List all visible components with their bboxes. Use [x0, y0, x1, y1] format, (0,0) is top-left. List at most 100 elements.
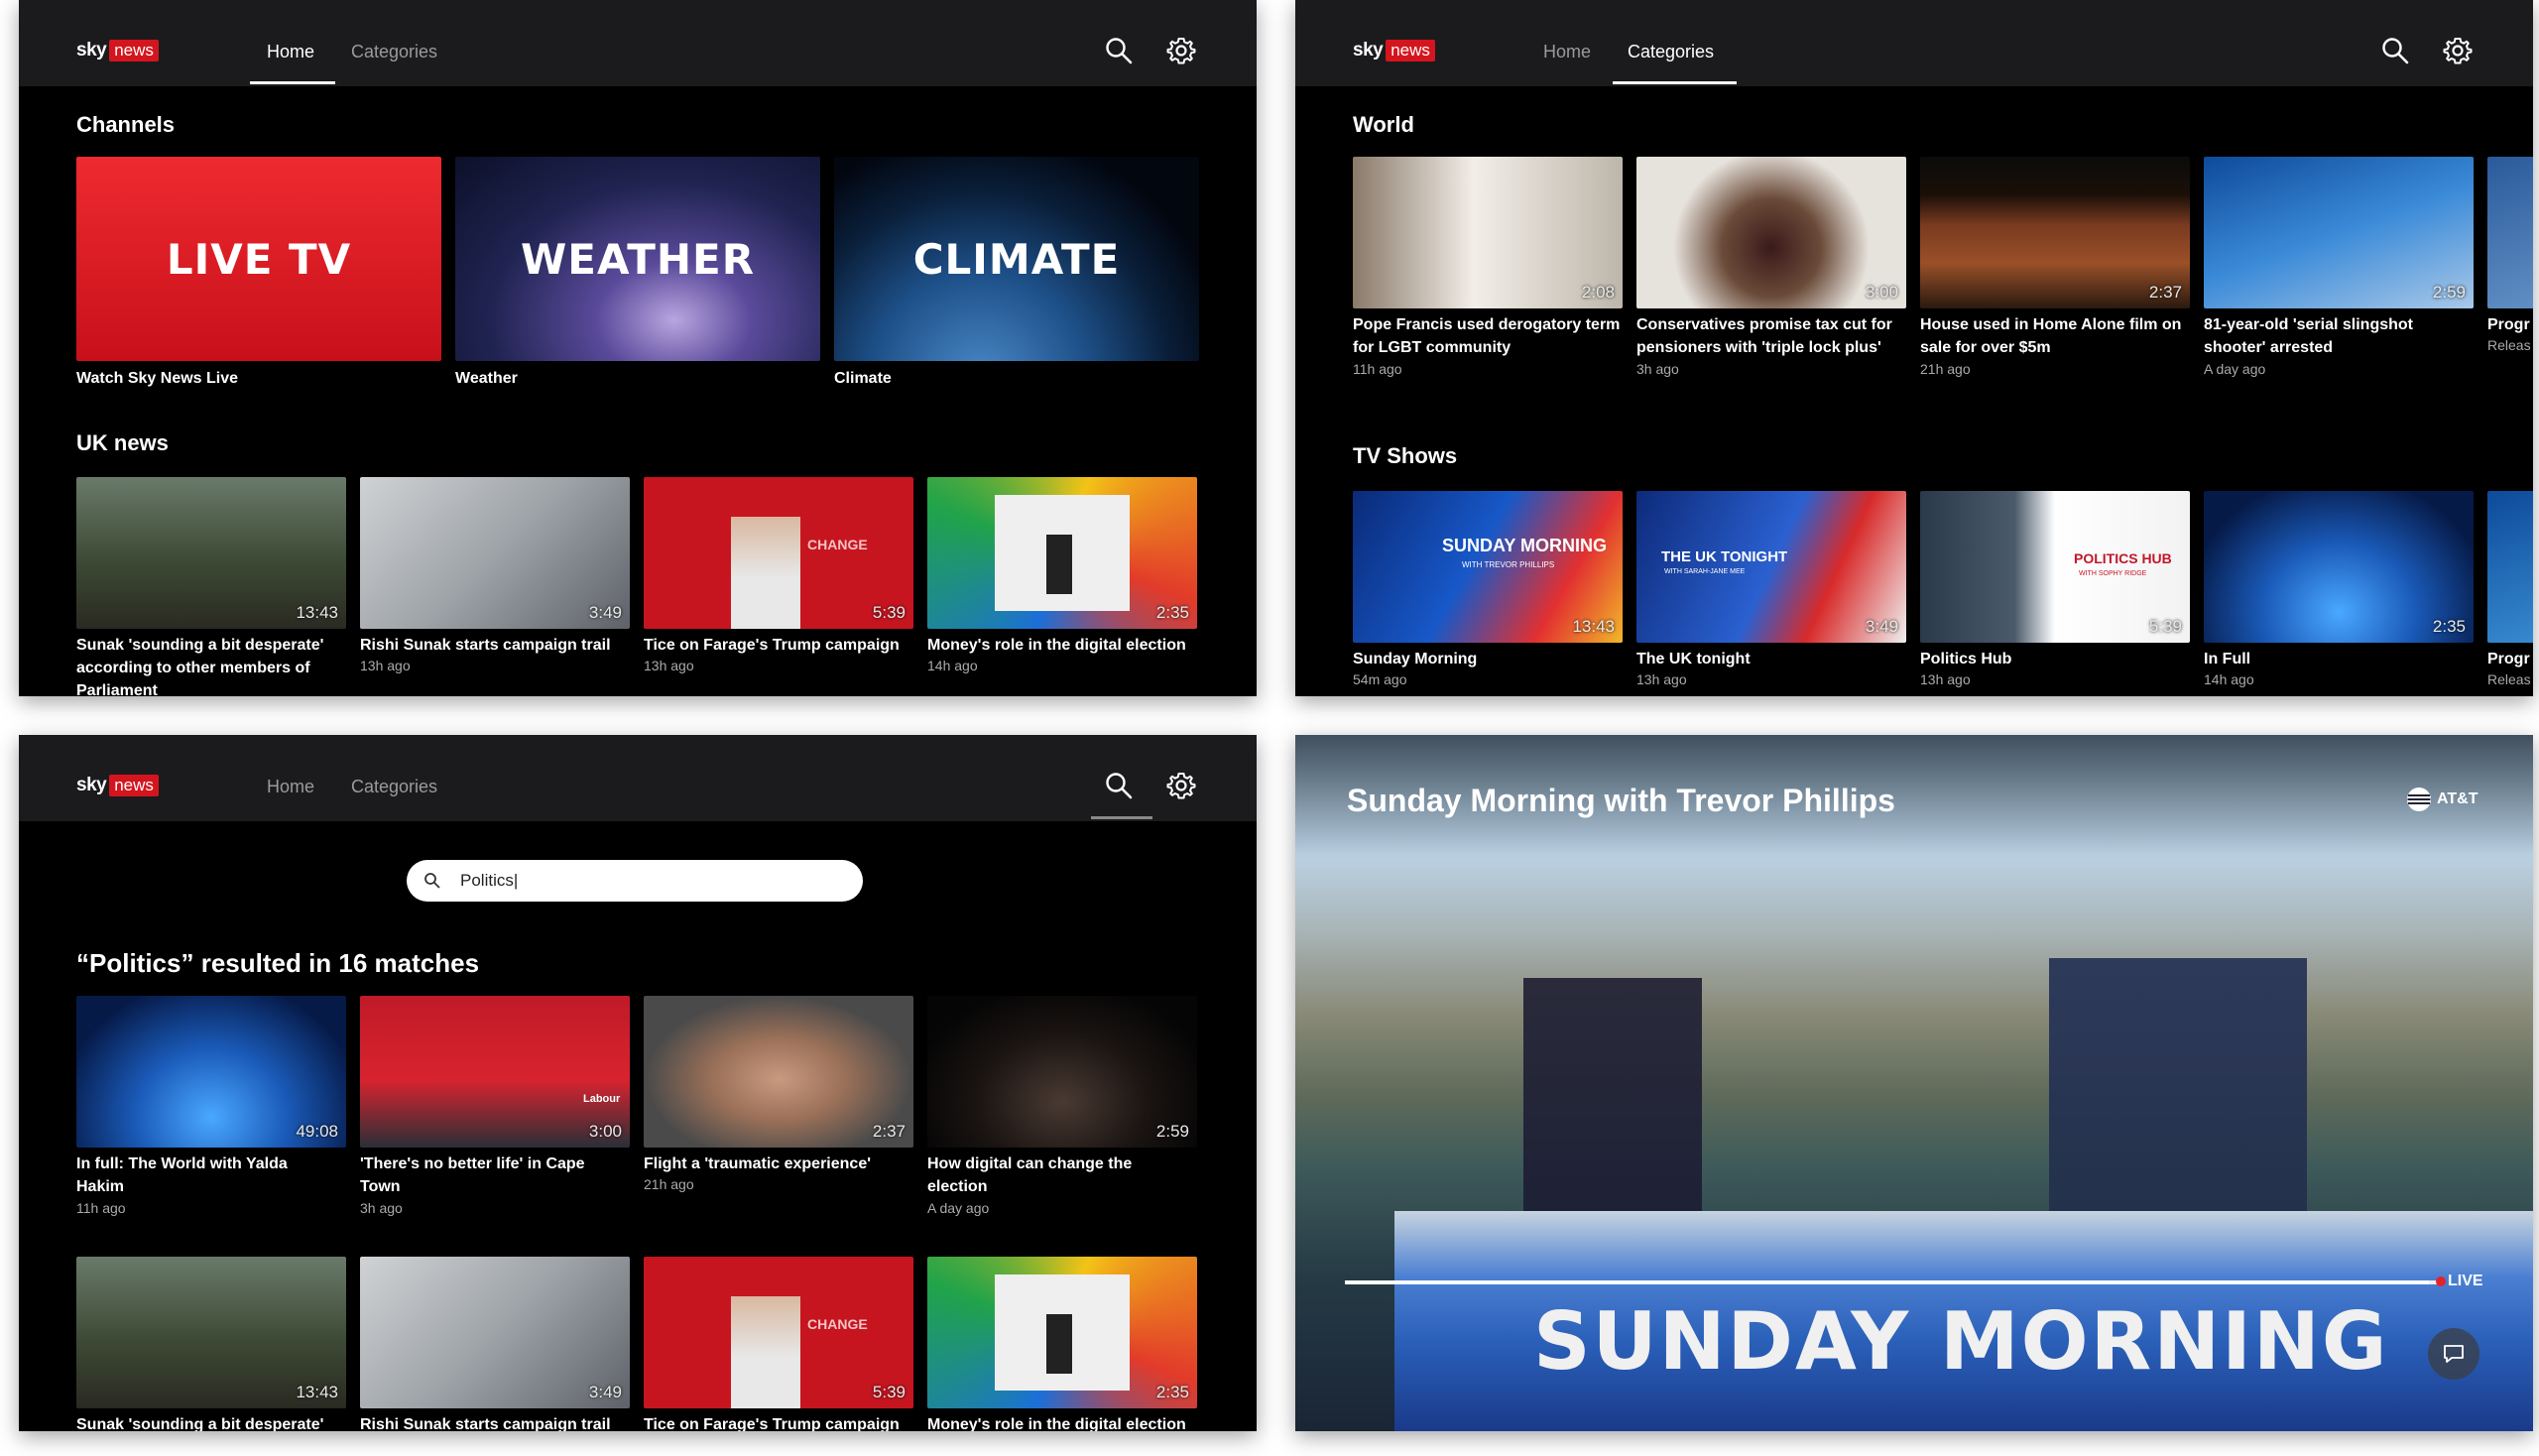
tab-categories[interactable]: Categories: [1628, 42, 1714, 62]
video-thumbnail: 2:35: [2204, 491, 2474, 643]
channel-overlay-text: WEATHER: [520, 234, 756, 284]
video-player[interactable]: Sunday Morning with Trevor Phillips AT&T…: [1295, 735, 2533, 1431]
channel-card-weather[interactable]: WEATHER Weather: [455, 157, 820, 395]
video-card[interactable]: 2:35 Money's role in the digital electio…: [927, 1257, 1197, 1431]
video-card[interactable]: 2:37 House used in Home Alone film on sa…: [1920, 157, 2190, 385]
show-title: Politics Hub: [1920, 651, 2012, 667]
video-title: Pope Francis used derogatory term for LG…: [1353, 316, 1621, 356]
video-time: 13h ago: [644, 658, 694, 673]
uk-news-heading: UK news: [76, 430, 169, 455]
video-thumbnail: CHANGE 5:39: [644, 1257, 913, 1408]
categories-screen: sky news Home Categories World 2:08 Pope …: [1295, 0, 2533, 696]
world-heading: World: [1353, 112, 1414, 137]
duration-badge: 2:37: [872, 1122, 906, 1141]
tab-home[interactable]: Home: [267, 777, 314, 797]
sky-news-logo[interactable]: sky news: [76, 775, 159, 796]
search-icon[interactable]: [1104, 771, 1138, 804]
sky-news-logo[interactable]: sky news: [1353, 40, 1435, 61]
search-icon[interactable]: [1104, 36, 1138, 69]
show-card-partial[interactable]: Progr Releas: [2487, 491, 2533, 696]
duration-badge: 13:43: [1572, 617, 1615, 636]
channel-label: Weather: [455, 370, 518, 387]
video-thumbnail: 2:59: [2204, 157, 2474, 308]
show-banner-sub: WITH SOPHY RIDGE: [2079, 570, 2147, 577]
channel-thumbnail: WEATHER: [455, 157, 820, 361]
video-time: A day ago: [2204, 361, 2266, 377]
show-banner-sub: WITH SARAH-JANE MEE: [1664, 568, 1746, 575]
show-time: Releas: [2487, 671, 2531, 687]
tab-categories[interactable]: Categories: [351, 777, 437, 797]
video-card[interactable]: 49:08 In full: The World with Yalda Haki…: [76, 996, 346, 1224]
tab-categories[interactable]: Categories: [351, 42, 437, 62]
duration-badge: 5:39: [872, 1383, 906, 1401]
show-card[interactable]: THE UK TONIGHT WITH SARAH-JANE MEE 3:49 …: [1636, 491, 1906, 696]
show-card[interactable]: 2:35 In Full 14h ago: [2204, 491, 2474, 696]
video-card[interactable]: 2:08 Pope Francis used derogatory term f…: [1353, 157, 1623, 385]
video-title: Money's role in the digital election: [927, 637, 1186, 654]
show-card[interactable]: POLITICS HUB WITH SOPHY RIDGE 5:39 Polit…: [1920, 491, 2190, 696]
logo-news-text: news: [1386, 40, 1435, 61]
top-nav: sky news Home Categories: [19, 0, 1257, 86]
duration-badge: 3:49: [1865, 617, 1898, 636]
search-icon[interactable]: [2380, 36, 2414, 69]
video-time: 11h ago: [1353, 361, 1402, 377]
duration-badge: 2:35: [1155, 1383, 1189, 1401]
show-card[interactable]: SUNDAY MORNING WITH TREVOR PHILLIPS 13:4…: [1353, 491, 1623, 696]
video-title: Rishi Sunak starts campaign trail: [360, 637, 611, 654]
search-screen: sky news Home Categories Politics| “Polit…: [19, 735, 1257, 1431]
video-card[interactable]: 2:37 Flight a 'traumatic experience' 21h…: [644, 996, 913, 1224]
video-card[interactable]: 2:35 Money's role in the digital electio…: [927, 477, 1197, 696]
channel-card-live-tv[interactable]: LIVE TV Watch Sky News Live: [76, 157, 441, 395]
video-time: 21h ago: [644, 1176, 694, 1192]
channel-card-climate[interactable]: CLIMATE Climate: [834, 157, 1199, 395]
live-dot: [2436, 1276, 2446, 1286]
video-card[interactable]: 3:49 Rishi Sunak starts campaign trail: [360, 1257, 630, 1431]
speaker-figure: [731, 517, 800, 629]
search-field-icon: [424, 873, 440, 889]
duration-badge: 3:49: [588, 603, 622, 622]
video-card[interactable]: 2:59 How digital can change the election…: [927, 996, 1197, 1224]
chat-button[interactable]: [2428, 1328, 2479, 1380]
polling-station-photo: [995, 495, 1130, 611]
channel-thumbnail: CLIMATE: [834, 157, 1199, 361]
video-title: 'There's no better life' in Cape Town: [360, 1155, 585, 1195]
sky-news-logo[interactable]: sky news: [76, 40, 159, 61]
video-card[interactable]: 13:43 Sunak 'sounding a bit desperate' a…: [76, 477, 346, 696]
video-card[interactable]: CHANGE 5:39 Tice on Farage's Trump campa…: [644, 1257, 913, 1431]
video-card[interactable]: Labour 3:00 'There's no better life' in …: [360, 996, 630, 1224]
video-thumbnail: 13:43: [76, 477, 346, 629]
video-title: Tice on Farage's Trump campaign: [644, 1416, 900, 1431]
show-banner: THE UK TONIGHT: [1661, 548, 1788, 565]
video-card[interactable]: 3:00 Conservatives promise tax cut for p…: [1636, 157, 1906, 385]
gear-icon[interactable]: [1166, 36, 1200, 69]
duration-badge: 3:00: [1865, 283, 1898, 302]
door: [1046, 535, 1072, 594]
duration-badge: 2:37: [2148, 283, 2182, 302]
search-input[interactable]: Politics|: [407, 860, 863, 902]
gear-icon[interactable]: [2443, 36, 2477, 69]
tab-home[interactable]: Home: [267, 42, 314, 62]
video-card[interactable]: 3:49 Rishi Sunak starts campaign trail 1…: [360, 477, 630, 696]
video-title: Sunak 'sounding a bit desperate': [76, 1416, 324, 1431]
video-card[interactable]: 2:59 81-year-old 'serial slingshot shoot…: [2204, 157, 2474, 385]
speaker-figure: [731, 1296, 800, 1408]
video-thumbnail: 2:35: [927, 477, 1197, 629]
video-time: 3h ago: [1636, 361, 1679, 377]
progress-bar[interactable]: [1345, 1280, 2440, 1284]
video-time: 3h ago: [360, 1200, 403, 1216]
video-card-partial[interactable]: Progr Releas: [2487, 157, 2533, 385]
video-card[interactable]: CHANGE 5:39 Tice on Farage's Trump campa…: [644, 477, 913, 696]
logo-sky-text: sky: [1353, 40, 1384, 61]
gear-icon[interactable]: [1166, 771, 1200, 804]
channel-thumbnail: LIVE TV: [76, 157, 441, 361]
video-card[interactable]: 13:43 Sunak 'sounding a bit desperate': [76, 1257, 346, 1431]
tab-home[interactable]: Home: [1543, 42, 1591, 62]
live-badge: LIVE: [2448, 1273, 2483, 1289]
studio-desk: SUNDAY MORNING: [1394, 1211, 2533, 1431]
video-thumbnail: POLITICS HUB WITH SOPHY RIDGE 5:39: [1920, 491, 2190, 643]
video-thumbnail: 2:08: [1353, 157, 1623, 308]
video-title: Money's role in the digital election: [927, 1416, 1186, 1431]
channel-overlay-text: CLIMATE: [912, 234, 1121, 284]
progress-fill: [1345, 1280, 2429, 1284]
channel-overlay-text: LIVE TV: [166, 234, 352, 284]
